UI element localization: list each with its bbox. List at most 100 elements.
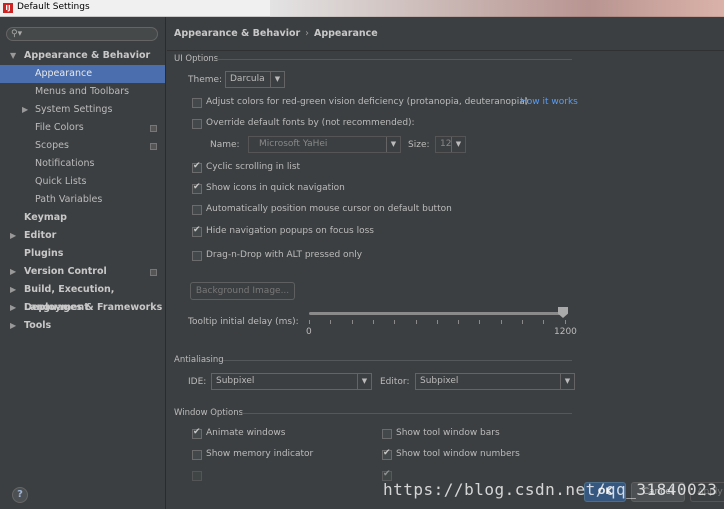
slider-tick <box>522 320 523 324</box>
show-tool-numbers-checkbox[interactable] <box>382 448 392 460</box>
ui-options-divider <box>217 59 572 60</box>
sidebar-item-label: System Settings <box>35 104 113 115</box>
chevron-right-icon[interactable]: ▶ <box>10 281 16 299</box>
tooltip-delay-max: 1200 <box>554 327 577 337</box>
chevron-right-icon[interactable]: ▶ <box>10 263 16 281</box>
background-image-button[interactable]: Background Image... <box>190 282 295 300</box>
slider-tick <box>564 320 566 324</box>
breadcrumb-current: Appearance <box>313 28 378 39</box>
antialiasing-section-title: Antialiasing <box>174 355 224 365</box>
help-button[interactable]: ? <box>12 487 28 503</box>
sidebar-item-plugins[interactable]: Plugins <box>0 245 165 263</box>
sidebar-item-label: Appearance & Behavior <box>24 50 151 61</box>
show-tool-bars-label: Show tool window bars <box>396 428 500 438</box>
editor-antialiasing-select[interactable]: Subpixel ▼ <box>415 373 575 390</box>
tooltip-delay-slider[interactable] <box>309 312 567 315</box>
ide-antialiasing-select[interactable]: Subpixel ▼ <box>211 373 372 390</box>
breadcrumb-parent: Appearance & Behavior <box>174 28 301 39</box>
sidebar-item-label: Scopes <box>35 140 69 151</box>
sidebar-item-appearance-behavior[interactable]: ▼ Appearance & Behavior <box>0 47 165 65</box>
sidebar-item-label: Languages & Frameworks <box>24 302 163 313</box>
theme-label: Theme: <box>188 75 223 85</box>
settings-search-input[interactable]: ⚲▾ <box>6 27 158 41</box>
sidebar-item-label: Version Control <box>24 266 107 277</box>
auto-position-checkbox[interactable] <box>192 205 202 215</box>
sidebar-item-label: Editor <box>24 230 57 241</box>
slider-tick <box>500 320 502 324</box>
tooltip-delay-label: Tooltip initial delay (ms): <box>188 317 299 327</box>
tooltip-delay-min: 0 <box>306 327 312 337</box>
sidebar-item-tools[interactable]: ▶ Tools <box>0 317 165 335</box>
window-title: Default Settings <box>17 2 90 12</box>
theme-select[interactable]: Darcula ▼ <box>225 71 285 88</box>
antialiasing-divider <box>223 360 572 361</box>
sidebar-item-menus-and-toolbars[interactable]: Menus and Toolbars <box>0 83 165 101</box>
editor-label: Editor: <box>380 377 410 387</box>
adjust-colors-checkbox[interactable] <box>192 98 202 108</box>
auto-position-label: Automatically position mouse cursor on d… <box>206 204 452 214</box>
drag-drop-label: Drag-n-Drop with ALT pressed only <box>206 250 363 260</box>
search-icon: ⚲▾ <box>11 29 23 39</box>
slider-tick <box>436 320 438 324</box>
font-name-label: Name: <box>210 140 240 150</box>
sidebar-item-editor[interactable]: ▶ Editor <box>0 227 165 245</box>
app-icon: IJ <box>3 3 13 13</box>
sidebar-item-keymap[interactable]: Keymap <box>0 209 165 227</box>
sidebar-item-label: Tools <box>24 320 52 331</box>
animate-windows-checkbox[interactable] <box>192 427 202 439</box>
sidebar-item-system-settings[interactable]: ▶ System Settings <box>0 101 165 119</box>
chevron-right-icon[interactable]: ▶ <box>22 101 28 119</box>
show-memory-checkbox[interactable] <box>192 450 202 460</box>
chevron-down-icon: ▼ <box>386 137 400 152</box>
slider-tick <box>458 320 460 324</box>
sidebar-item-label: Notifications <box>35 158 95 169</box>
tooltip-delay-slider-thumb[interactable] <box>558 307 568 318</box>
project-level-icon <box>150 269 157 276</box>
chevron-right-icon[interactable]: ▶ <box>10 317 16 335</box>
ide-label: IDE: <box>188 377 207 387</box>
title-bar: IJ Default Settings <box>0 0 724 17</box>
sidebar-item-label: Keymap <box>24 212 67 223</box>
chevron-right-icon[interactable]: ▶ <box>10 227 16 245</box>
show-icons-checkbox[interactable] <box>192 182 202 194</box>
show-memory-label: Show memory indicator <box>206 449 314 459</box>
slider-tick <box>543 320 545 324</box>
sidebar-item-languages-frameworks[interactable]: ▶ Languages & Frameworks <box>0 299 165 317</box>
title-bar-background <box>270 0 724 17</box>
slider-tick <box>372 320 374 324</box>
sidebar-item-path-variables[interactable]: Path Variables <box>0 191 165 209</box>
breadcrumb-separator: › <box>305 28 309 39</box>
chevron-right-icon[interactable]: ▶ <box>10 299 16 317</box>
sidebar-item-file-colors[interactable]: File Colors <box>0 119 165 137</box>
sidebar-item-version-control[interactable]: ▶ Version Control <box>0 263 165 281</box>
sidebar-item-label: File Colors <box>35 122 84 133</box>
chevron-down-icon[interactable]: ▼ <box>10 47 16 65</box>
drag-drop-checkbox[interactable] <box>192 251 202 261</box>
override-fonts-checkbox[interactable] <box>192 119 202 129</box>
chevron-down-icon: ▼ <box>357 374 371 389</box>
show-tool-bars-checkbox[interactable] <box>382 429 392 439</box>
sidebar-item-label: Plugins <box>24 248 64 259</box>
font-name-select[interactable]: Microsoft YaHei ▼ <box>248 136 401 153</box>
editor-antialiasing-value: Subpixel <box>420 376 459 386</box>
show-icons-label: Show icons in quick navigation <box>206 183 345 193</box>
sidebar-item-scopes[interactable]: Scopes <box>0 137 165 155</box>
sidebar-item-notifications[interactable]: Notifications <box>0 155 165 173</box>
sidebar-item-appearance[interactable]: Appearance <box>0 65 165 83</box>
font-size-select[interactable]: 12 ▼ <box>435 136 466 153</box>
settings-content: Appearance & Behavior › Appearance UI Opti… <box>167 17 724 509</box>
header-divider <box>167 50 724 51</box>
font-name-value: Microsoft YaHei <box>259 139 328 149</box>
sidebar-item-build-execution-deployment[interactable]: ▶ Build, Execution, Deployment <box>0 281 165 313</box>
sidebar-item-label: Quick Lists <box>35 176 87 187</box>
how-it-works-link[interactable]: How it works <box>520 97 578 107</box>
hide-nav-popups-checkbox[interactable] <box>192 225 202 237</box>
override-fonts-label: Override default fonts by (not recommend… <box>206 118 415 128</box>
sidebar-item-quick-lists[interactable]: Quick Lists <box>0 173 165 191</box>
sidebar-item-label: Menus and Toolbars <box>35 86 130 97</box>
cyclic-scrolling-checkbox[interactable] <box>192 161 202 173</box>
chevron-down-icon: ▼ <box>451 137 465 152</box>
slider-tick <box>351 320 353 324</box>
chevron-down-icon: ▼ <box>270 72 284 87</box>
cyclic-scrolling-label: Cyclic scrolling in list <box>206 162 301 172</box>
